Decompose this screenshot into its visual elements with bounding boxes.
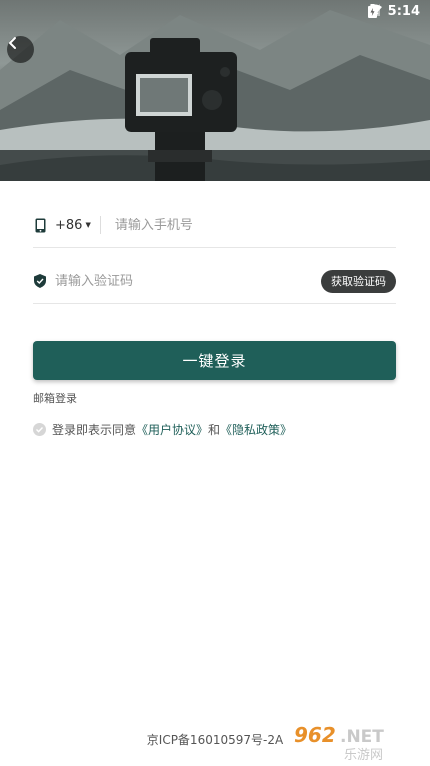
svg-text:乐游网: 乐游网 (344, 748, 383, 762)
svg-text:.NET: .NET (340, 727, 384, 747)
agreement-prefix: 登录即表示同意 (52, 423, 137, 437)
camera-landscape-illustration (0, 10, 430, 181)
phone-row: +86 ▼ (33, 203, 396, 248)
email-login-link[interactable]: 邮箱登录 (33, 390, 77, 406)
caret-down-icon: ▼ (85, 221, 91, 229)
country-code-selector[interactable]: +86 ▼ (55, 216, 101, 234)
svg-text:962: 962 (294, 723, 336, 747)
privacy-policy-link[interactable]: 《隐私政策》 (220, 421, 292, 438)
one-click-login-button[interactable]: 一键登录 (33, 341, 396, 380)
shield-check-icon (33, 273, 47, 289)
status-time: 5:14 (387, 4, 420, 19)
agree-checkbox[interactable] (33, 423, 46, 436)
header-photo: 5:14 (0, 0, 430, 181)
agreement-and: 和 (208, 423, 221, 437)
site-watermark-logo: 962 .NET 乐游网 (290, 722, 426, 763)
status-bar: 5:14 (0, 0, 430, 26)
user-agreement-link[interactable]: 《用户协议》 (136, 421, 208, 438)
get-code-button[interactable]: 获取验证码 (321, 269, 396, 293)
agreement-row: 登录即表示同意 《用户协议》 和 《隐私政策》 (33, 421, 292, 438)
back-button[interactable] (7, 36, 34, 63)
verification-code-input[interactable] (55, 273, 321, 289)
code-row: 获取验证码 (33, 259, 396, 304)
phone-input[interactable] (114, 217, 396, 233)
check-icon (36, 427, 44, 433)
country-code-value: +86 (55, 217, 83, 233)
phone-icon (33, 217, 47, 233)
